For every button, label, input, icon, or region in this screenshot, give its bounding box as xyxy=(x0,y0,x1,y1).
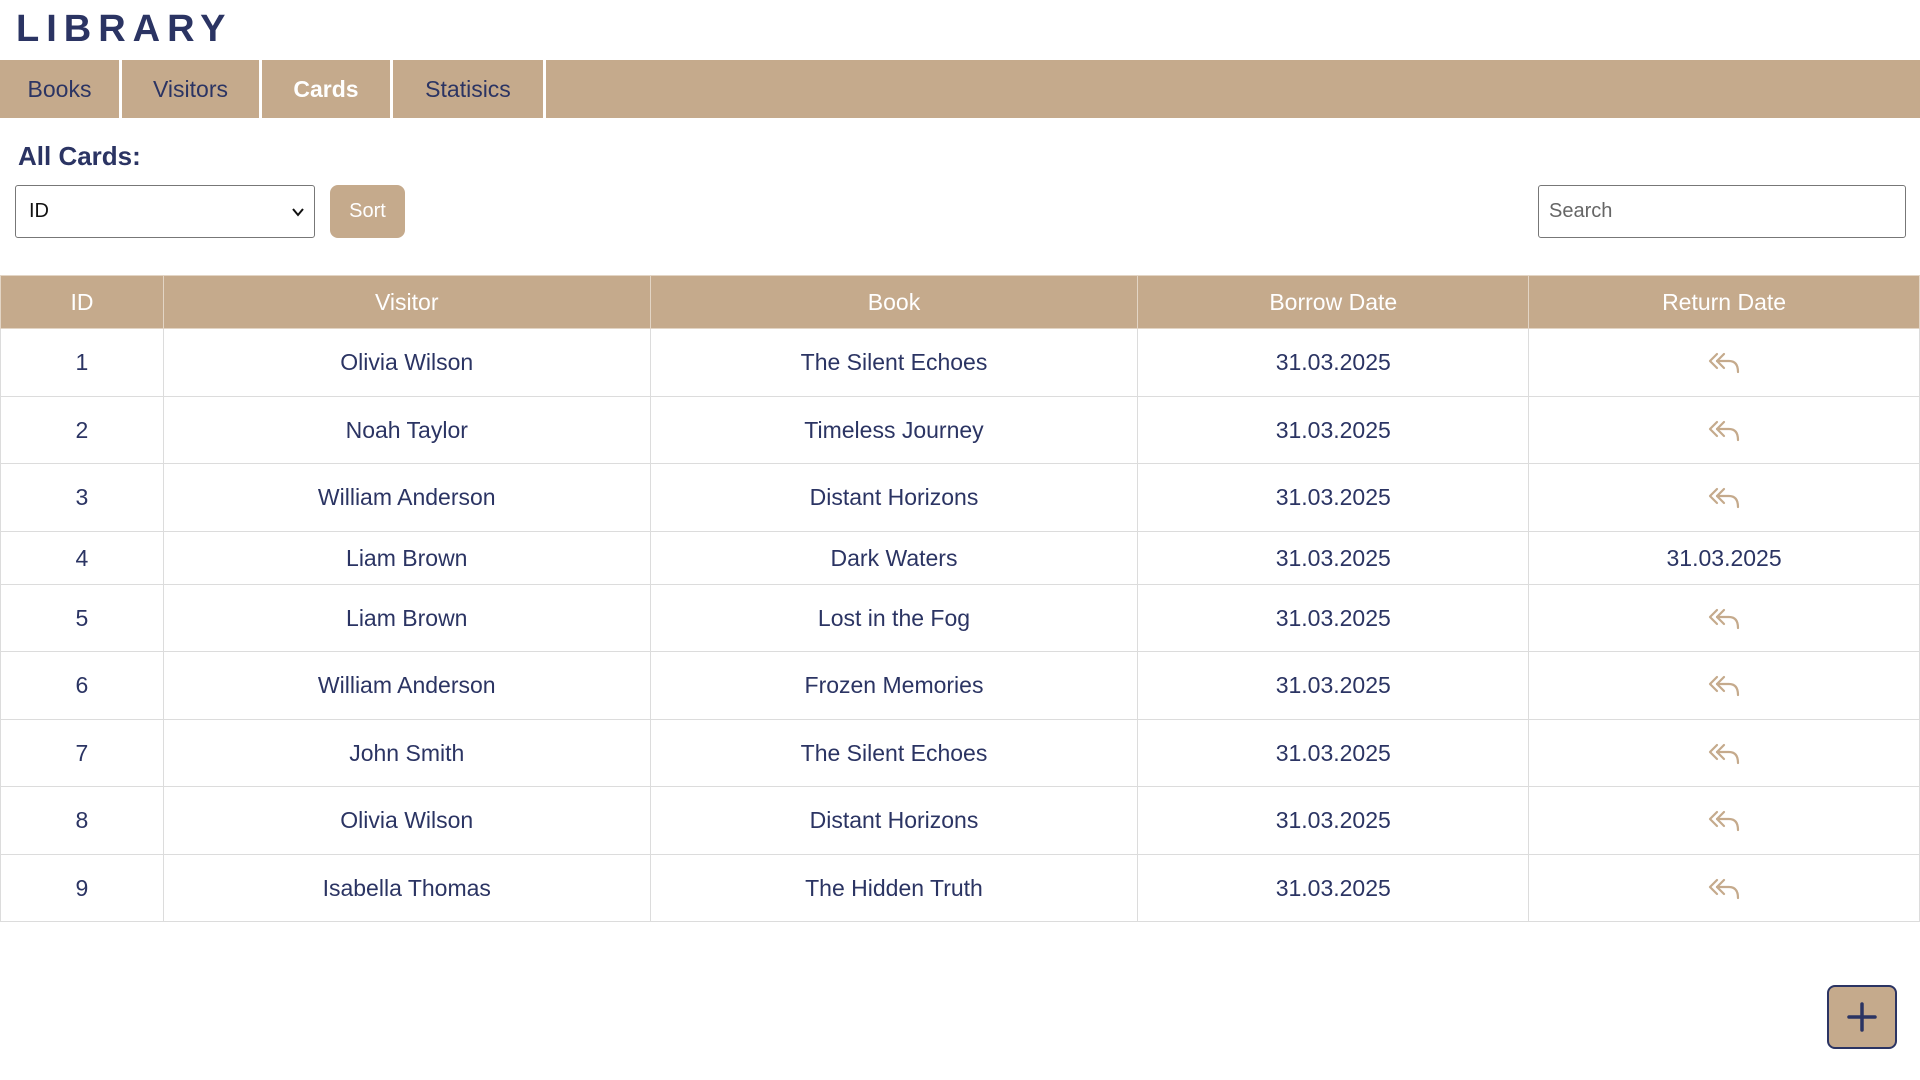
column-header-visitor[interactable]: Visitor xyxy=(162,275,651,329)
cell-visitor: William Anderson xyxy=(162,463,651,532)
tab-cards[interactable]: Cards xyxy=(262,60,393,118)
cell-book: Frozen Memories xyxy=(649,651,1139,720)
cell-return-date xyxy=(1528,651,1920,720)
table-row: 2 Noah Taylor Timeless Journey 31.03.2025 xyxy=(0,396,1920,464)
table-row: 7 John Smith The Silent Echoes 31.03.2025 xyxy=(0,719,1920,787)
cell-id: 5 xyxy=(0,584,164,652)
sort-field-select[interactable]: ID xyxy=(15,185,315,238)
table-row: 4 Liam Brown Dark Waters 31.03.2025 31.03.20… xyxy=(0,531,1920,585)
cell-id: 6 xyxy=(0,651,164,720)
reply-all-icon[interactable] xyxy=(1707,350,1741,376)
cell-return-date xyxy=(1528,463,1920,532)
cell-borrow-date: 31.03.2025 xyxy=(1137,463,1530,532)
cell-borrow-date: 31.03.2025 xyxy=(1137,396,1530,464)
plus-icon xyxy=(1847,1002,1877,1032)
table-row: 9 Isabella Thomas The Hidden Truth 31.03.20… xyxy=(0,854,1920,922)
table-header-row: ID Visitor Book Borrow Date Return Date xyxy=(0,275,1920,329)
table-row: 5 Liam Brown Lost in the Fog 31.03.2025 xyxy=(0,584,1920,652)
tab-visitors[interactable]: Visitors xyxy=(122,60,262,118)
cell-id: 4 xyxy=(0,531,164,585)
table-row: 6 William Anderson Frozen Memories 31.03.20… xyxy=(0,651,1920,720)
cell-visitor: Olivia Wilson xyxy=(162,328,651,397)
cell-return-date xyxy=(1528,584,1920,652)
cell-id: 3 xyxy=(0,463,164,532)
cell-book: Timeless Journey xyxy=(649,396,1139,464)
reply-all-icon[interactable] xyxy=(1707,876,1741,902)
app-title: LIBRARY xyxy=(16,8,233,50)
cell-return-date xyxy=(1528,854,1920,922)
cell-id: 1 xyxy=(0,328,164,397)
search-input[interactable] xyxy=(1538,185,1906,238)
cell-book: Lost in the Fog xyxy=(649,584,1139,652)
table-row: 8 Olivia Wilson Distant Horizons 31.03.2025 xyxy=(0,786,1920,855)
table-row: 3 William Anderson Distant Horizons 31.03.2… xyxy=(0,463,1920,532)
chevron-down-icon xyxy=(292,208,304,217)
cell-borrow-date: 31.03.2025 xyxy=(1137,584,1530,652)
column-header-borrow-date[interactable]: Borrow Date xyxy=(1137,275,1530,329)
cell-book: The Silent Echoes xyxy=(649,328,1139,397)
cell-book: Distant Horizons xyxy=(649,786,1139,855)
cell-borrow-date: 31.03.2025 xyxy=(1137,786,1530,855)
cell-book: The Silent Echoes xyxy=(649,719,1139,787)
table-body: 1 Olivia Wilson The Silent Echoes 31.03.202… xyxy=(0,328,1920,922)
cell-book: The Hidden Truth xyxy=(649,854,1139,922)
cell-visitor: Liam Brown xyxy=(162,584,651,652)
add-card-button[interactable] xyxy=(1827,985,1897,1049)
cell-return-date xyxy=(1528,719,1920,787)
cell-book: Dark Waters xyxy=(649,531,1139,585)
reply-all-icon[interactable] xyxy=(1707,808,1741,834)
cell-return-date xyxy=(1528,396,1920,464)
cell-visitor: Liam Brown xyxy=(162,531,651,585)
reply-all-icon[interactable] xyxy=(1707,485,1741,511)
cell-borrow-date: 31.03.2025 xyxy=(1137,854,1530,922)
cell-visitor: John Smith xyxy=(162,719,651,787)
column-header-id[interactable]: ID xyxy=(0,275,164,329)
cards-table: ID Visitor Book Borrow Date Return Date … xyxy=(0,275,1920,922)
tab-statistics[interactable]: Statisics xyxy=(393,60,546,118)
column-header-book[interactable]: Book xyxy=(649,275,1139,329)
cell-visitor: Noah Taylor xyxy=(162,396,651,464)
cell-book: Distant Horizons xyxy=(649,463,1139,532)
cell-visitor: Olivia Wilson xyxy=(162,786,651,855)
cell-visitor: Isabella Thomas xyxy=(162,854,651,922)
page-title: All Cards: xyxy=(18,141,141,171)
cell-visitor: William Anderson xyxy=(162,651,651,720)
cell-id: 2 xyxy=(0,396,164,464)
reply-all-icon[interactable] xyxy=(1707,418,1741,444)
cell-borrow-date: 31.03.2025 xyxy=(1137,719,1530,787)
cell-return-date xyxy=(1528,786,1920,855)
column-header-return-date[interactable]: Return Date xyxy=(1528,275,1920,329)
cell-id: 8 xyxy=(0,786,164,855)
reply-all-icon[interactable] xyxy=(1707,673,1741,699)
sort-field-value: ID xyxy=(29,200,49,222)
cell-return-date xyxy=(1528,328,1920,397)
cell-id: 7 xyxy=(0,719,164,787)
cell-borrow-date: 31.03.2025 xyxy=(1137,531,1530,585)
cell-id: 9 xyxy=(0,854,164,922)
sort-button[interactable]: Sort xyxy=(330,185,405,238)
cell-borrow-date: 31.03.2025 xyxy=(1137,328,1530,397)
cell-return-date: 31.03.2025 xyxy=(1528,531,1920,585)
main-nav: Books Visitors Cards Statisics xyxy=(0,60,1920,118)
reply-all-icon[interactable] xyxy=(1707,741,1741,767)
reply-all-icon[interactable] xyxy=(1707,606,1741,632)
cell-borrow-date: 31.03.2025 xyxy=(1137,651,1530,720)
table-row: 1 Olivia Wilson The Silent Echoes 31.03.202… xyxy=(0,328,1920,397)
tab-books[interactable]: Books xyxy=(0,60,122,118)
